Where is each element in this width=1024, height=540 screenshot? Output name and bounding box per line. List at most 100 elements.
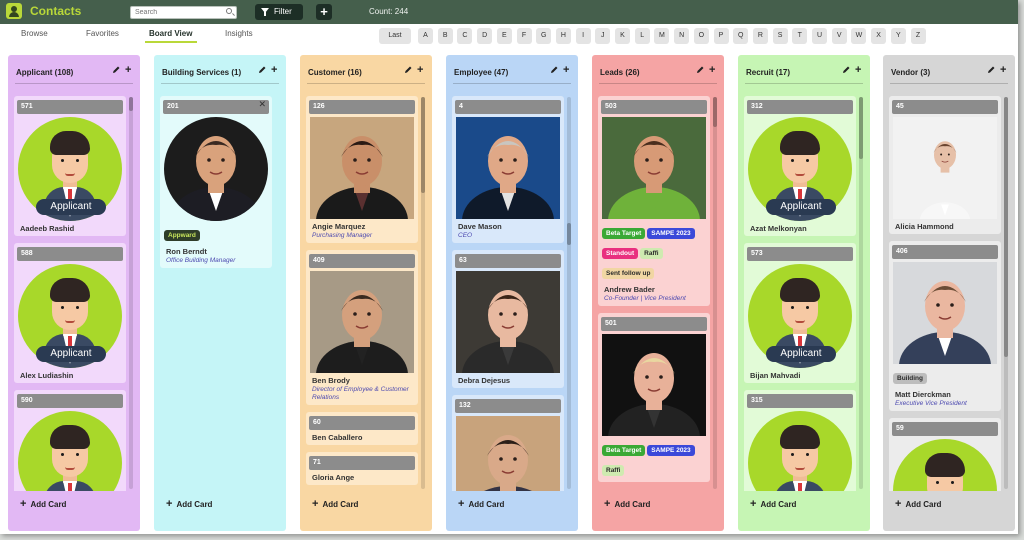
scrollbar-thumb[interactable] [859,97,863,159]
add-card-button[interactable]: + Add Card [166,498,212,510]
edit-pencil-icon[interactable] [258,66,266,74]
letter-filter-last[interactable]: Last [379,28,411,44]
tag-badge[interactable]: Sent follow up [602,268,655,279]
letter-filter-i[interactable]: I [575,28,591,44]
letter-filter-j[interactable]: J [595,28,611,44]
scrollbar-thumb[interactable] [421,97,425,193]
scrollbar-thumb[interactable] [129,97,133,111]
close-icon[interactable]: ✕ [258,99,266,110]
letter-filter-q[interactable]: Q [733,28,749,44]
edit-pencil-icon[interactable] [550,66,558,74]
contact-card[interactable]: 571 Applicant Aadeeb Rashid [14,96,126,236]
add-card-plus-icon[interactable]: + [125,64,131,76]
edit-pencil-icon[interactable] [987,66,995,74]
contact-card[interactable]: 409 Ben Brody Director of Employee & Cust… [306,250,418,405]
contact-card[interactable]: 312 Applicant Azat Melkonyan [744,96,856,236]
letter-filter-e[interactable]: E [496,28,512,44]
letter-filter-g[interactable]: G [536,28,552,44]
letter-filter-m[interactable]: M [654,28,670,44]
contact-card[interactable]: 501 Beta Target SAMPE 2023 Raffi [598,313,710,482]
letter-filter-k[interactable]: K [615,28,630,44]
letter-filter-a[interactable]: A [418,28,433,44]
contact-card[interactable]: 45 Alicia Hammond [889,96,1001,234]
letter-filter-y[interactable]: Y [890,28,906,44]
letter-filter-o[interactable]: O [693,28,709,44]
tab-insights[interactable]: Insights [225,29,253,38]
tag-badge[interactable]: Beta Target [602,445,646,456]
scrollbar-thumb[interactable] [567,223,571,245]
letter-filter-h[interactable]: H [555,28,571,44]
scrollbar-thumb[interactable] [1004,97,1008,357]
add-card-plus-icon[interactable]: + [563,64,569,76]
column-scrollbar[interactable] [129,97,133,489]
column-scrollbar[interactable] [421,97,425,489]
letter-filter-c[interactable]: C [457,28,473,44]
tab-favorites[interactable]: Favorites [86,29,119,38]
add-card-button[interactable]: + Add Card [750,498,796,510]
contact-card[interactable]: 4 Dave Mason CEO [452,96,564,243]
letter-filter-r[interactable]: R [752,28,768,44]
letter-filter-p[interactable]: P [713,28,729,44]
add-card-plus-icon[interactable]: + [855,64,861,76]
tag-badge[interactable]: Beta Target [602,228,646,239]
edit-pencil-icon[interactable] [112,66,120,74]
scrollbar-thumb[interactable] [713,97,717,127]
letter-filter-v[interactable]: V [831,28,847,44]
column-scrollbar[interactable] [567,97,571,489]
contact-card[interactable]: 59 [889,418,1001,491]
letter-filter-w[interactable]: W [851,28,867,44]
edit-pencil-icon[interactable] [696,66,704,74]
add-card-plus-icon[interactable]: + [1000,64,1006,76]
tag-badge[interactable]: Building [893,373,927,384]
add-card-label: Add Card [905,500,942,509]
tab-board-view[interactable]: Board View [149,29,192,38]
tag-badge[interactable]: Standout [602,248,639,259]
contact-card[interactable]: 201 ✕ Appward Ron Berndt Office Building Ma… [160,96,272,268]
tag-badge[interactable]: Raffi [602,465,625,476]
search-icon[interactable] [226,8,232,14]
contact-card[interactable]: 126 Angie Marquez Purchasing Manager [306,96,418,243]
contact-card[interactable]: 590 Applicant [14,390,126,491]
contact-card[interactable]: 573 Applicant Bijan Mahvadi [744,243,856,383]
tag-badge[interactable]: Raffi [640,248,663,259]
tag-badge[interactable]: SAMPE 2023 [647,228,695,239]
letter-filter-d[interactable]: D [477,28,493,44]
contact-card[interactable]: 63 Debra Dejesus [452,250,564,388]
column-scrollbar[interactable] [1004,97,1008,489]
edit-pencil-icon[interactable] [404,66,412,74]
column-scrollbar[interactable] [859,97,863,489]
contact-photo [164,117,268,221]
contact-card[interactable]: 503 Beta Target SAMPE 2023 Standout Raffi Se… [598,96,710,306]
edit-pencil-icon[interactable] [842,66,850,74]
add-card-plus-icon[interactable]: + [417,64,423,76]
contact-card[interactable]: 588 Applicant Alex Ludiashin [14,243,126,383]
contact-card[interactable]: 60 Ben Caballero [306,412,418,445]
add-card-button[interactable]: + Add Card [458,498,504,510]
tag-badge[interactable]: SAMPE 2023 [647,445,695,456]
letter-filter-z[interactable]: Z [910,28,926,44]
letter-filter-u[interactable]: U [812,28,827,44]
letter-filter-t[interactable]: T [792,28,808,44]
add-card-plus-icon[interactable]: + [709,64,715,76]
contact-card[interactable]: 71 Gloria Ange [306,452,418,485]
add-card-button[interactable]: + Add Card [20,498,66,510]
contact-card[interactable]: 315 Applicant [744,390,856,491]
column-scrollbar[interactable] [713,97,717,489]
add-card-plus-icon[interactable]: + [271,64,277,76]
letter-filter-f[interactable]: F [516,28,532,44]
add-card-button[interactable]: + Add Card [895,498,941,510]
letter-filter-b[interactable]: B [437,28,453,44]
tag-badge[interactable]: Appward [164,230,200,241]
letter-filter-l[interactable]: L [634,28,650,44]
search-input[interactable] [130,6,237,19]
letter-filter-n[interactable]: N [674,28,690,44]
contact-card[interactable]: 132 [452,395,564,491]
add-card-button[interactable]: + Add Card [312,498,358,510]
tab-browse[interactable]: Browse [21,29,48,38]
letter-filter-s[interactable]: S [772,28,788,44]
filter-button[interactable]: Filter [255,4,303,20]
add-card-button[interactable]: + Add Card [604,498,650,510]
add-contact-button[interactable]: + [316,4,332,20]
contact-card[interactable]: 406 Building Matt Dierckman Executive Vice… [889,241,1001,411]
letter-filter-x[interactable]: X [871,28,887,44]
